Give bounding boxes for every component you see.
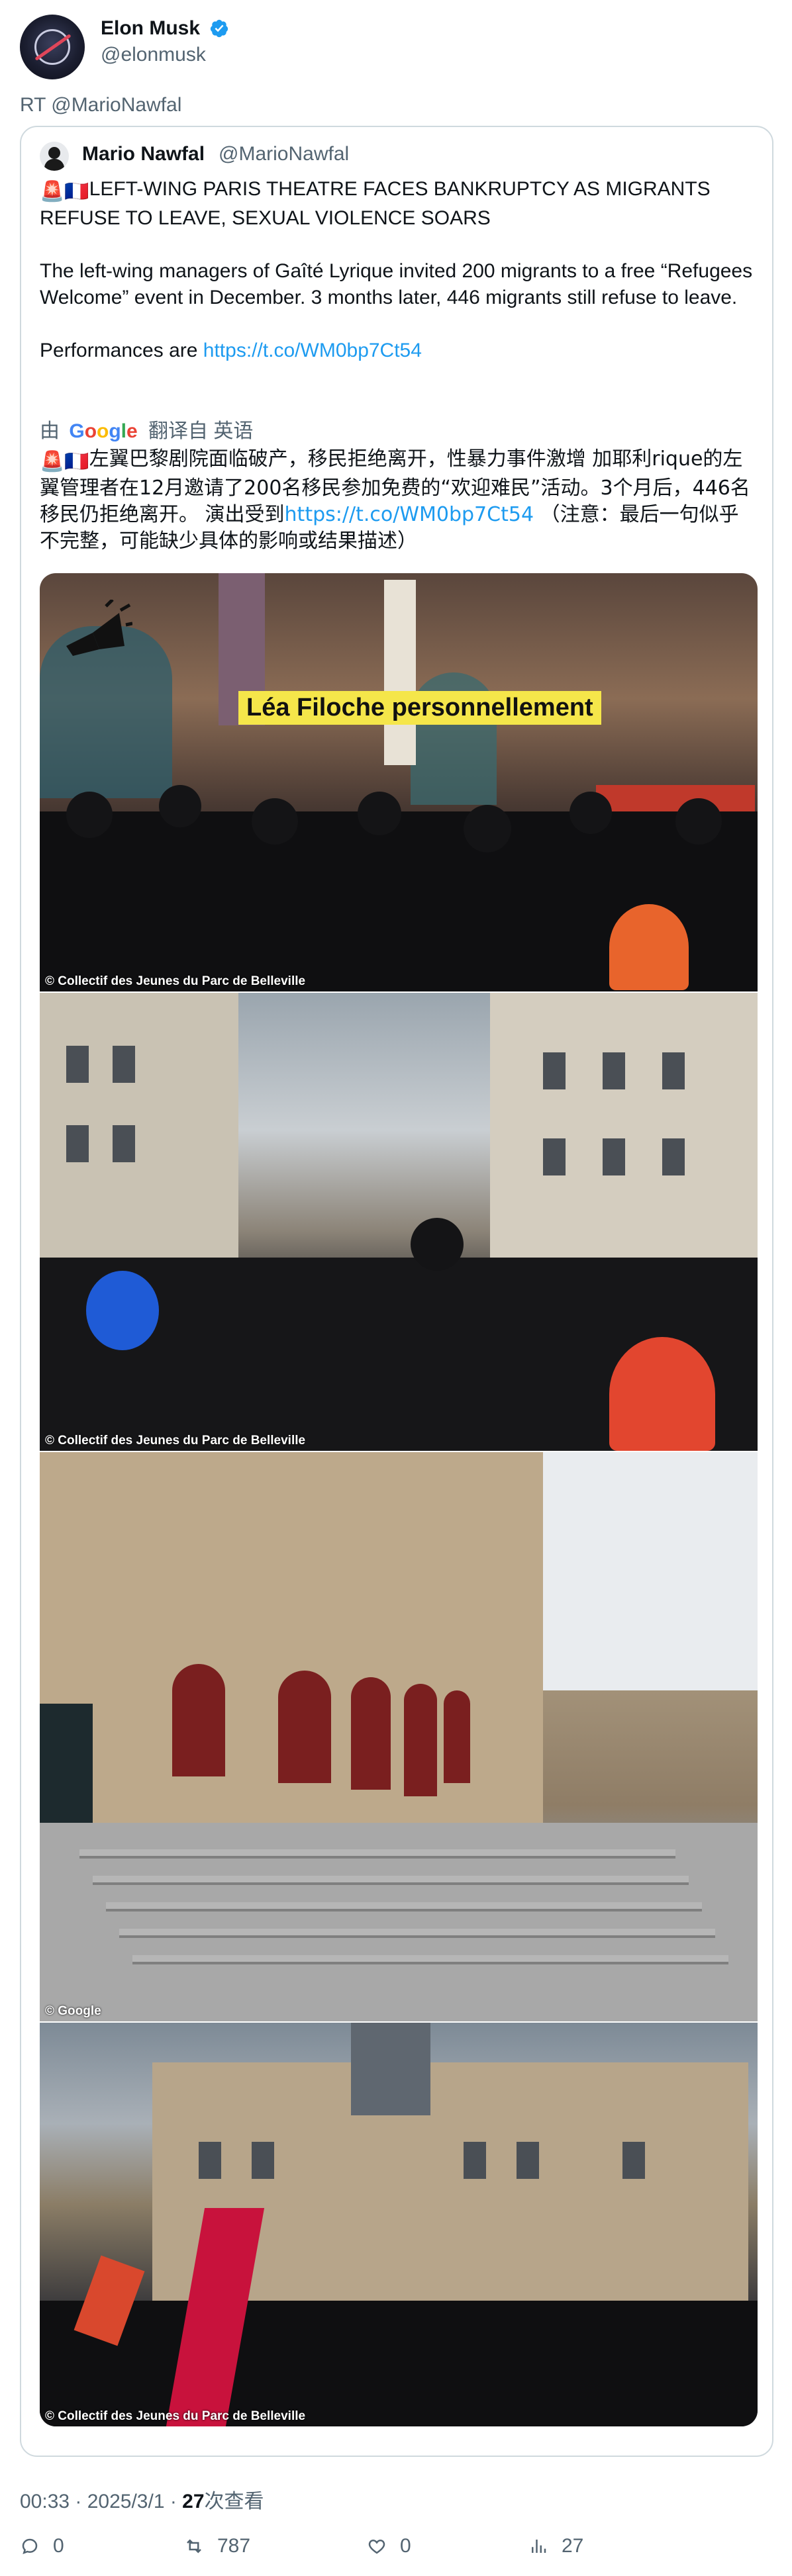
translated-text: 🚨🇫🇷左翼巴黎剧院面临破产，移民拒绝离开，性暴力事件激增 加耶利rique的左翼…: [40, 446, 758, 555]
building-window: [199, 2142, 221, 2179]
like-count: 0: [400, 2535, 411, 2557]
media-image-3[interactable]: © Google: [40, 1452, 758, 2021]
author-name[interactable]: Elon Musk: [101, 17, 200, 40]
media-gallery[interactable]: Léa Filoche personnellement © Collectif …: [40, 573, 758, 2426]
tweet-timestamp[interactable]: 00:33 · 2025/3/1 ·: [20, 2491, 182, 2512]
heart-icon: [368, 2539, 385, 2554]
building-window: [464, 2142, 486, 2179]
alarm-flag-emoji: 🚨🇫🇷: [40, 181, 89, 203]
building-window: [66, 1125, 89, 1162]
red-awning: [596, 785, 755, 811]
red-door: [404, 1684, 437, 1796]
crowd-person: [464, 805, 511, 852]
verified-badge-icon: [210, 19, 228, 38]
translation-by: 由: [40, 420, 60, 442]
crowd-person: [252, 798, 298, 845]
tweet-meta: 00:33 · 2025/3/1 · 27次查看: [20, 2485, 264, 2514]
views-label: 次查看: [204, 2491, 264, 2512]
views-count: 27: [182, 2491, 205, 2512]
video-caption: Léa Filoche personnellement: [238, 691, 601, 725]
media-image-4[interactable]: © Collectif des Jeunes du Parc de Bellev…: [40, 2023, 758, 2426]
building-window: [66, 1046, 89, 1083]
red-door: [351, 1677, 391, 1790]
clock-tower: [351, 2023, 430, 2115]
stair-step: [93, 1876, 689, 1885]
alarm-flag-emoji-zh: 🚨🇫🇷: [40, 450, 89, 473]
megaphone-logo-icon: [66, 600, 132, 656]
crowd-person: [675, 798, 722, 845]
red-door: [444, 1690, 470, 1783]
stair-step: [79, 1849, 675, 1859]
reply-icon: [22, 2538, 38, 2555]
quoted-author-name[interactable]: Mario Nawfal: [82, 143, 205, 165]
quoted-tweet[interactable]: Mario Nawfal @MarioNawfal 🚨🇫🇷LEFT-WING P…: [20, 126, 773, 2457]
performances-prefix: Performances are: [40, 340, 203, 361]
building-window: [662, 1052, 685, 1089]
translation-label[interactable]: 由 Google 翻译自 英语: [40, 414, 253, 443]
google-logo: Google: [69, 420, 138, 442]
quoted-headline: LEFT-WING PARIS THEATRE FACES BANKRUPTCY…: [40, 178, 711, 229]
red-door: [278, 1671, 331, 1783]
avatar-head: [48, 147, 60, 159]
quoted-avatar[interactable]: [40, 142, 69, 171]
performances-link[interactable]: https://t.co/WM0bp7Ct54: [203, 340, 422, 361]
reply-count: 0: [53, 2535, 64, 2557]
sky: [543, 1452, 758, 1690]
stair-step: [106, 1902, 702, 1911]
author-avatar[interactable]: [20, 15, 85, 79]
crowd: [40, 2301, 758, 2426]
translated-link[interactable]: https://t.co/WM0bp7Ct54: [285, 503, 534, 526]
views-action-count: 27: [562, 2535, 584, 2557]
building-window: [603, 1138, 625, 1175]
like-button[interactable]: 0: [367, 2535, 411, 2557]
reply-button[interactable]: 0: [20, 2535, 64, 2557]
crowd-person: [358, 792, 401, 835]
avatar-body: [44, 159, 64, 171]
retweet-icon: [187, 2539, 201, 2553]
building-window: [543, 1138, 566, 1175]
orange-hoodie-person: [609, 904, 689, 990]
author-handle[interactable]: @elonmusk: [101, 44, 206, 66]
crowd-person: [159, 785, 201, 827]
retweet-count: 787: [217, 2535, 251, 2557]
tweet-header: Elon Musk @elonmusk: [20, 15, 775, 81]
stair-step: [132, 1955, 728, 1964]
views-button[interactable]: 27: [528, 2535, 583, 2557]
building-window: [113, 1125, 135, 1162]
building-window: [113, 1046, 135, 1083]
analytics-icon: [532, 2540, 546, 2553]
media-credit: © Collectif des Jeunes du Parc de Bellev…: [45, 974, 306, 988]
media-credit: © Collectif des Jeunes du Parc de Bellev…: [45, 1434, 306, 1448]
right-building: [490, 993, 758, 1271]
retweet-label: RT @MarioNawfal: [20, 94, 182, 116]
action-bar: 0 787 0 27: [20, 2535, 775, 2561]
media-credit: © Google: [45, 2004, 101, 2018]
building-window: [622, 2142, 645, 2179]
retweet-button[interactable]: 787: [184, 2535, 250, 2557]
crowd-person: [411, 1218, 464, 1271]
media-image-1[interactable]: Léa Filoche personnellement © Collectif …: [40, 573, 758, 991]
stair-step: [119, 1929, 715, 1938]
quoted-author-handle[interactable]: @MarioNawfal: [219, 143, 349, 165]
building-window: [662, 1138, 685, 1175]
red-jacket-person: [609, 1337, 715, 1451]
quoted-text: 🚨🇫🇷LEFT-WING PARIS THEATRE FACES BANKRUP…: [40, 176, 755, 391]
translation-from: 翻译自 英语: [148, 420, 254, 442]
blue-hood-person: [86, 1271, 159, 1350]
crowd-person: [66, 792, 113, 838]
red-door: [172, 1664, 225, 1776]
media-image-2[interactable]: © Collectif des Jeunes du Parc de Bellev…: [40, 993, 758, 1451]
building-window: [252, 2142, 274, 2179]
building-window: [603, 1052, 625, 1089]
quoted-paragraph: The left-wing managers of Gaîté Lyrique …: [40, 260, 753, 308]
media-credit: © Collectif des Jeunes du Parc de Bellev…: [45, 2409, 306, 2423]
white-banner: [384, 580, 416, 765]
building-window: [517, 2142, 539, 2179]
crowd-person: [569, 792, 612, 834]
building-window: [543, 1052, 566, 1089]
